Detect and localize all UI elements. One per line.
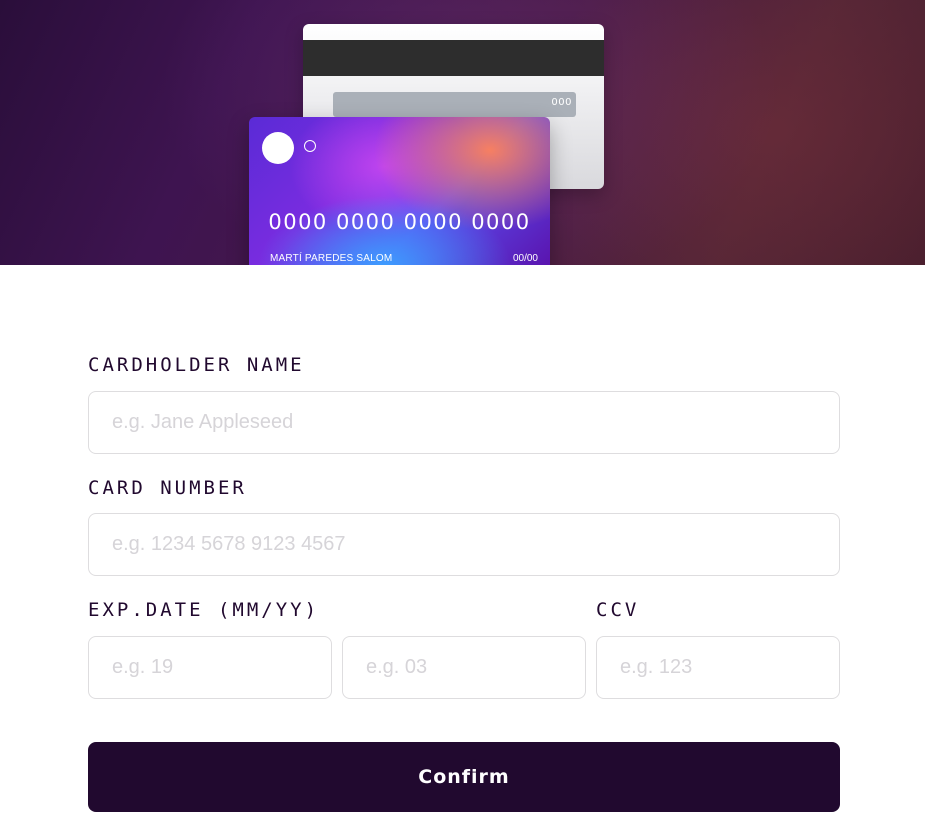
- confirm-button[interactable]: Confirm: [88, 742, 840, 812]
- card-back-cvc: 000: [551, 97, 572, 108]
- signature-strip: 000: [333, 92, 576, 117]
- cardholder-name-label: CARDHOLDER NAME: [88, 354, 305, 376]
- magnetic-stripe: [303, 40, 604, 76]
- cvc-input[interactable]: [596, 636, 840, 699]
- card-number-label: CARD NUMBER: [88, 477, 247, 499]
- exp-month-input[interactable]: [88, 636, 332, 699]
- card-front-number: 0000 0000 0000 0000: [268, 210, 531, 234]
- card-logo-circle-outline: [304, 140, 316, 152]
- cardholder-name-input[interactable]: [88, 391, 840, 454]
- card-front-holder: MARTÍ PAREDES SALOM: [270, 253, 393, 264]
- card-logo-circle-filled: [262, 132, 294, 164]
- exp-year-input[interactable]: [342, 636, 586, 699]
- hero-banner: 000 0000 0000 0000 0000 MARTÍ PAREDES SA…: [0, 0, 925, 265]
- card-number-input[interactable]: [88, 513, 840, 576]
- exp-date-label: EXP.DATE (MM/YY): [88, 599, 320, 621]
- card-front: 0000 0000 0000 0000 MARTÍ PAREDES SALOM …: [249, 117, 550, 265]
- card-front-expiry: 00/00: [512, 253, 538, 264]
- cvc-label: CCV: [596, 599, 640, 621]
